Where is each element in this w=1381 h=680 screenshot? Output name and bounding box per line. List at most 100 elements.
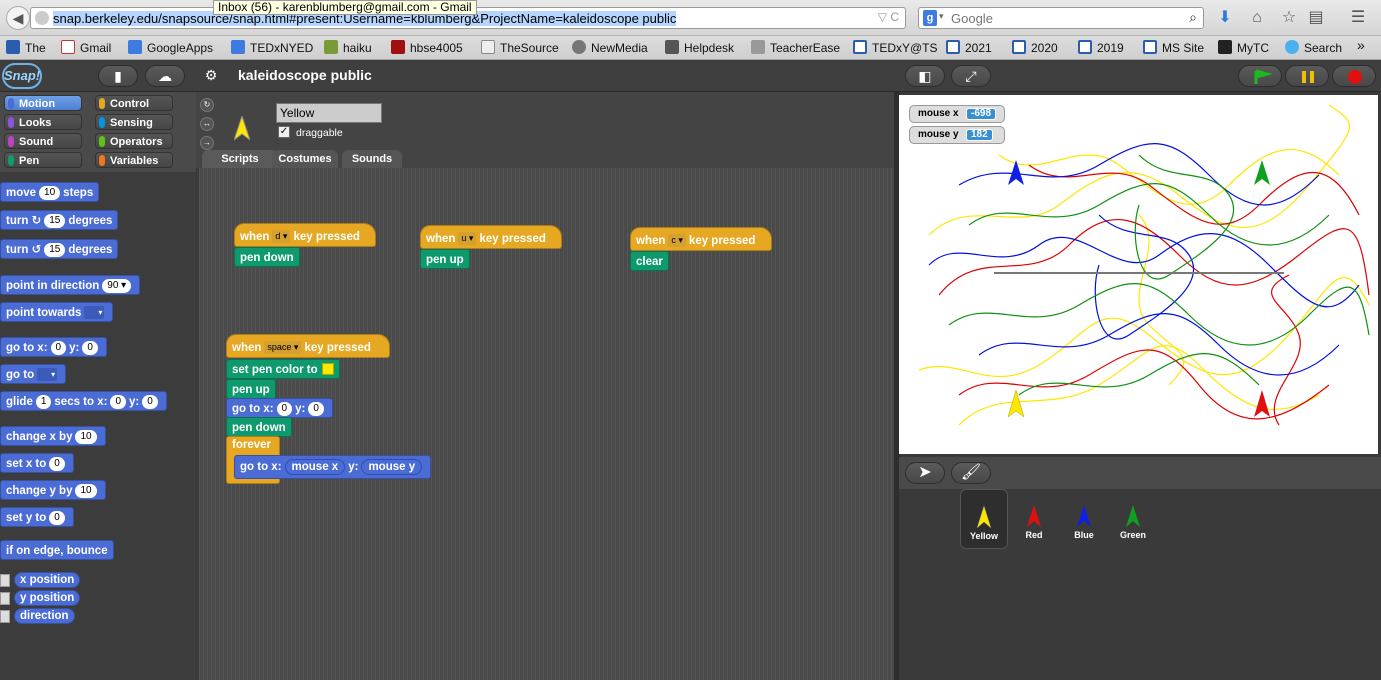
rotation-style-rotate-button[interactable]: ↻ — [200, 98, 214, 112]
bookmark-item[interactable]: The — [6, 40, 46, 55]
bookmarks-overflow-button[interactable]: » — [1357, 37, 1365, 53]
key-dropdown[interactable]: u ▾ — [458, 232, 477, 245]
home-icon[interactable]: ⌂ — [1247, 8, 1267, 28]
search-engine-dropdown-icon[interactable]: ▾ — [939, 11, 944, 22]
tab-costumes[interactable]: Costumes — [272, 150, 338, 168]
x-position-checkbox[interactable] — [0, 574, 10, 587]
y-change-input[interactable]: 10 — [75, 484, 97, 498]
settings-button[interactable]: ⚙ — [194, 65, 228, 87]
category-sound[interactable]: Sound — [4, 133, 82, 149]
bookmark-item[interactable]: TEDxNYED — [231, 40, 313, 55]
key-dropdown[interactable]: c ▾ — [668, 234, 686, 247]
set-pen-color-block[interactable]: set pen color to — [226, 359, 340, 379]
clear-block[interactable]: clear — [630, 251, 669, 271]
search-input[interactable]: Google — [951, 11, 993, 26]
cloud-menu-button[interactable]: ☁ — [145, 65, 185, 87]
set-y-block[interactable]: set y to 0 — [0, 507, 74, 527]
corral-sprite-blue[interactable]: Blue — [1060, 489, 1108, 549]
menu-icon[interactable]: ☰ — [1348, 8, 1368, 28]
go-to-dropdown[interactable]: ▾ — [37, 368, 58, 381]
y-position-checkbox[interactable] — [0, 592, 10, 605]
key-dropdown[interactable]: d ▾ — [272, 230, 291, 243]
bookmark-item[interactable]: hbse4005 — [391, 40, 463, 55]
mouse-x-watcher[interactable]: mouse x -698 — [909, 105, 1005, 123]
y-position-reporter[interactable]: y position — [14, 590, 81, 606]
category-sensing[interactable]: Sensing — [95, 114, 173, 130]
y-input[interactable]: 0 — [49, 511, 65, 525]
bookmark-item[interactable]: TEDxY@TS — [853, 40, 938, 55]
bookmark-star-icon[interactable]: ☆ — [1279, 8, 1299, 28]
bookmark-item[interactable]: Helpdesk — [665, 40, 734, 55]
mouse-y-reporter[interactable]: mouse y — [361, 459, 423, 475]
bookmark-item[interactable]: 2021 — [946, 40, 992, 55]
green-sprite[interactable] — [1254, 160, 1270, 185]
back-button[interactable]: ◀ — [6, 6, 30, 30]
stop-button[interactable] — [1332, 65, 1376, 87]
bookmark-item[interactable]: TeacherEase — [751, 40, 840, 55]
pause-button[interactable] — [1285, 65, 1329, 87]
yellow-sprite[interactable] — [1007, 389, 1025, 418]
pen-down-block[interactable]: pen down — [234, 247, 300, 267]
bookmark-item[interactable]: MyTC — [1218, 40, 1269, 55]
file-menu-button[interactable]: ▮ — [98, 65, 138, 87]
bookmark-item[interactable]: Gmail — [61, 40, 111, 55]
download-icon[interactable]: ⬇ — [1215, 8, 1235, 28]
corral-sprite-green[interactable]: Green — [1109, 489, 1157, 549]
bounce-block[interactable]: if on edge, bounce — [0, 540, 114, 560]
go-to-mouse-block[interactable]: go to x: mouse x y: mouse y — [234, 455, 432, 479]
pen-up-block[interactable]: pen up — [226, 379, 276, 399]
go-to-xy-block[interactable]: go to x: 0 y: 0 — [226, 398, 333, 418]
x-input[interactable]: 0 — [50, 341, 67, 355]
blue-sprite[interactable] — [1008, 160, 1024, 185]
snap-logo[interactable]: Snap! — [2, 63, 42, 89]
search-icon[interactable]: ⌕ — [1189, 9, 1197, 26]
category-variables[interactable]: Variables — [95, 152, 173, 168]
direction-reporter[interactable]: direction — [14, 608, 75, 624]
x-input[interactable]: 0 — [49, 457, 65, 471]
point-in-direction-block[interactable]: point in direction 90 ▾ — [0, 275, 141, 295]
red-sprite[interactable] — [1254, 390, 1270, 417]
bookmark-item[interactable]: MS Site — [1143, 40, 1204, 55]
mouse-y-watcher[interactable]: mouse y 182 — [909, 126, 1005, 144]
turn-ccw-block[interactable]: turn ↺ 15 degrees — [0, 239, 119, 259]
paint-new-sprite-button[interactable]: 🖌 — [951, 462, 991, 484]
app-mode-button[interactable]: ⤢ — [951, 65, 991, 87]
rotation-style-none-button[interactable]: → — [200, 136, 214, 150]
pen-down-block[interactable]: pen down — [226, 417, 292, 437]
x-position-reporter[interactable]: x position — [14, 572, 81, 588]
bookmark-item[interactable]: NewMedia — [572, 40, 648, 55]
draggable-checkbox[interactable]: ✓ — [278, 126, 290, 138]
bookmarks-menu-icon[interactable]: ▤ — [1306, 8, 1326, 28]
y-input[interactable]: 0 — [308, 402, 324, 416]
move-steps-block[interactable]: move 10 steps — [0, 182, 100, 202]
set-x-block[interactable]: set x to 0 — [0, 453, 74, 473]
bookmark-item[interactable]: 2019 — [1078, 40, 1124, 55]
x-input[interactable]: 0 — [276, 402, 293, 416]
towards-dropdown[interactable]: ▾ — [84, 306, 105, 319]
category-control[interactable]: Control — [95, 95, 173, 111]
category-operators[interactable]: Operators — [95, 133, 173, 149]
tab-scripts[interactable]: Scripts — [202, 150, 278, 168]
category-motion[interactable]: Motion — [4, 95, 82, 111]
google-logo-icon[interactable]: g — [923, 10, 937, 26]
go-to-block[interactable]: go to ▾ — [0, 364, 67, 384]
degrees-input[interactable]: 15 — [44, 214, 66, 228]
change-x-block[interactable]: change x by 10 — [0, 426, 106, 446]
bookmark-item[interactable]: TheSource — [481, 40, 559, 55]
rotation-style-flip-button[interactable]: ↔ — [200, 117, 214, 131]
url-dropdown-icon[interactable]: ▽ C — [878, 10, 899, 24]
x-change-input[interactable]: 10 — [75, 430, 97, 444]
bookmark-item[interactable]: 2020 — [1012, 40, 1058, 55]
glide-block[interactable]: glide 1 secs to x: 0 y: 0 — [0, 391, 167, 411]
y-input[interactable]: 0 — [82, 341, 98, 355]
y-input[interactable]: 0 — [142, 395, 158, 409]
mouse-x-reporter[interactable]: mouse x — [284, 459, 346, 475]
stage-size-button[interactable]: ◧ — [905, 65, 945, 87]
bookmark-item[interactable]: Search — [1285, 40, 1342, 55]
corral-sprite-yellow[interactable]: Yellow — [960, 489, 1008, 549]
bookmark-item[interactable]: haiku — [324, 40, 372, 55]
key-dropdown[interactable]: space ▾ — [264, 341, 302, 354]
when-space-key-pressed-hat[interactable]: when space ▾ key pressed — [226, 334, 390, 358]
category-looks[interactable]: Looks — [4, 114, 82, 130]
add-turtle-sprite-button[interactable]: ➤ — [905, 462, 945, 484]
